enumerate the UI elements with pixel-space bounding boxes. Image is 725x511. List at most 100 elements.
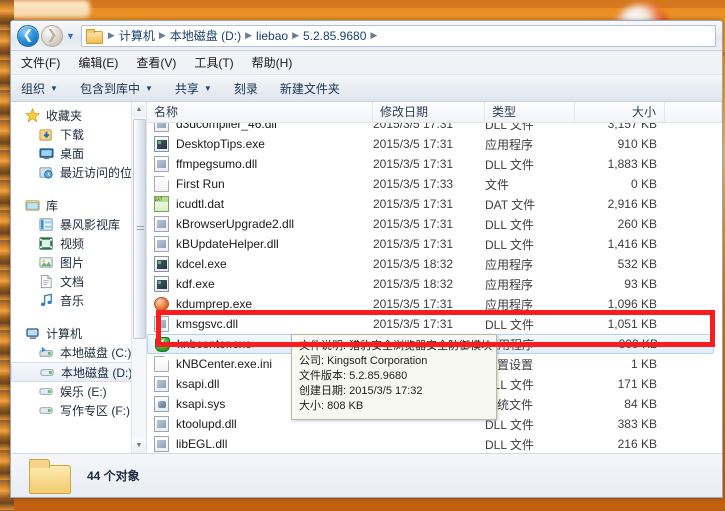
menu-file[interactable]: 文件(F) — [21, 54, 60, 71]
status-bar: 44 个对象 — [11, 453, 722, 497]
chevron-down-icon: ▼ — [204, 84, 212, 93]
file-date-cell: 2015/3/5 17:31 — [373, 137, 485, 151]
navigation-pane: 收藏夹 下载 桌面 最 — [11, 102, 147, 453]
table-row[interactable]: kdumprep.exe 2015/3/5 17:31 应用程序 1,096 K… — [147, 294, 722, 314]
sidebar-item-desktop[interactable]: 桌面 — [11, 144, 146, 163]
breadcrumb-separator: ▶ — [159, 30, 166, 41]
scrollbar-thumb[interactable] — [133, 119, 146, 339]
sidebar-item-drive-d[interactable]: 本地磁盘 (D:) — [11, 362, 142, 382]
scroll-up-button[interactable]: ▲ — [132, 102, 147, 117]
breadcrumb-item-version[interactable]: 5.2.85.9680 — [303, 29, 366, 43]
breadcrumb[interactable]: ▶ 计算机 ▶ 本地磁盘 (D:) ▶ liebao ▶ 5.2.85.9680… — [81, 25, 716, 47]
toolbar-share-label: 共享 — [175, 80, 199, 97]
sidebar-item-baofeng-library[interactable]: 暴风影视库 — [11, 215, 146, 234]
explorer-window: ❮ ❯ ▼ ▶ 计算机 ▶ 本地磁盘 (D:) ▶ liebao ▶ 5.2.8… — [10, 20, 723, 498]
scroll-down-button[interactable]: ▼ — [132, 438, 147, 453]
menu-bar: 文件(F) 编辑(E) 查看(V) 工具(T) 帮助(H) — [11, 51, 722, 75]
toolbar-organize[interactable]: 组织 ▼ — [21, 80, 58, 97]
table-row[interactable]: kmsgsvc.dll 2015/3/5 17:31 DLL 文件 1,051 … — [147, 314, 722, 334]
file-name: icudtl.dat — [176, 197, 224, 211]
sidebar-item-downloads[interactable]: 下载 — [11, 125, 146, 144]
file-name: DesktopTips.exe — [176, 137, 265, 151]
sidebar-item-videos[interactable]: 视频 — [11, 234, 146, 253]
file-name: ffmpegsumo.dll — [176, 157, 257, 171]
exe-file-icon — [154, 136, 169, 152]
tooltip-created: 创建日期: 2015/3/5 17:32 — [299, 384, 489, 399]
breadcrumb-item-drive[interactable]: 本地磁盘 (D:) — [170, 27, 241, 44]
table-row[interactable]: ffmpegsumo.dll 2015/3/5 17:31 DLL 文件 1,8… — [147, 154, 722, 174]
status-object-count: 44 个对象 — [87, 467, 140, 484]
file-type-cell: 配置设置 — [485, 356, 575, 373]
sidebar-item-drive-e[interactable]: 娱乐 (E:) — [11, 382, 146, 401]
menu-view[interactable]: 查看(V) — [136, 54, 176, 71]
file-type-cell: 系统文件 — [485, 396, 575, 413]
address-bar: ❮ ❯ ▼ ▶ 计算机 ▶ 本地磁盘 (D:) ▶ liebao ▶ 5.2.8… — [11, 21, 722, 51]
sidebar-item-drive-f[interactable]: 写作专区 (F:) — [11, 401, 146, 420]
table-row[interactable]: DesktopTips.exe 2015/3/5 17:31 应用程序 910 … — [147, 134, 722, 154]
table-row[interactable]: libEGL.dll DLL 文件 216 KB — [147, 434, 722, 453]
column-header-size[interactable]: 大小 — [575, 102, 665, 123]
scrollbar-grip-icon — [137, 226, 144, 232]
file-type-cell: 应用程序 — [485, 296, 575, 313]
orange-circle-icon — [154, 297, 169, 311]
file-size-cell: 216 KB — [575, 437, 665, 451]
file-name: kBUpdateHelper.dll — [176, 237, 279, 251]
menu-help[interactable]: 帮助(H) — [252, 54, 293, 71]
file-type-cell: 应用程序 — [486, 336, 576, 353]
toolbar-share[interactable]: 共享 ▼ — [175, 80, 212, 97]
sidebar-item-music[interactable]: 音乐 — [11, 291, 146, 310]
file-name: libEGL.dll — [176, 437, 227, 451]
breadcrumb-item-liebao[interactable]: liebao — [256, 29, 288, 43]
file-size-cell: 910 KB — [575, 137, 665, 151]
star-icon — [25, 108, 40, 123]
sidebar-item-pictures[interactable]: 图片 — [11, 253, 146, 272]
navigation-scrollbar[interactable]: ▲ ▼ — [131, 102, 146, 453]
dll-file-icon — [154, 156, 169, 172]
column-header-name[interactable]: 名称 — [147, 102, 373, 123]
toolbar-burn[interactable]: 刻录 — [234, 80, 258, 97]
scrollbar-track[interactable] — [132, 117, 147, 438]
table-row[interactable]: kdcel.exe 2015/3/5 18:32 应用程序 532 KB — [147, 254, 722, 274]
toolbar-new-folder[interactable]: 新建文件夹 — [280, 80, 340, 97]
chevron-down-icon: ▼ — [145, 84, 153, 93]
column-header-row: 名称 修改日期 类型 大小 — [147, 102, 722, 123]
sidebar-item-documents[interactable]: 文档 — [11, 272, 146, 291]
menu-tools[interactable]: 工具(T) — [194, 54, 233, 71]
file-name-cell: kdcel.exe — [147, 256, 373, 272]
file-size-cell: 0 KB — [575, 177, 665, 191]
file-name-cell: kdf.exe — [147, 276, 373, 292]
file-date-cell: 2015/3/5 17:31 — [373, 217, 485, 231]
sidebar-item-libraries[interactable]: 库 — [11, 196, 146, 215]
table-row[interactable]: kdf.exe 2015/3/5 18:32 应用程序 93 KB — [147, 274, 722, 294]
sidebar-item-drive-c[interactable]: 本地磁盘 (C:) — [11, 343, 146, 362]
dll-file-icon — [154, 316, 169, 332]
sidebar-item-favorites[interactable]: 收藏夹 — [11, 106, 146, 125]
table-row[interactable]: kBrowserUpgrade2.dll 2015/3/5 17:31 DLL … — [147, 214, 722, 234]
table-row[interactable]: kBUpdateHelper.dll 2015/3/5 17:31 DLL 文件… — [147, 234, 722, 254]
breadcrumb-item-computer[interactable]: 计算机 — [119, 27, 155, 44]
generic-file-icon — [154, 356, 169, 372]
file-name: ktoolupd.dll — [176, 417, 237, 431]
forward-button[interactable]: ❯ — [41, 25, 63, 47]
history-dropdown-icon[interactable]: ▼ — [66, 31, 75, 41]
column-header-date[interactable]: 修改日期 — [373, 102, 485, 123]
folder-large-icon — [29, 459, 69, 492]
file-type-cell: DLL 文件 — [485, 216, 575, 233]
file-name-cell: libEGL.dll — [147, 436, 373, 452]
table-row[interactable]: First Run 2015/3/5 17:33 文件 0 KB — [147, 174, 722, 194]
table-row[interactable]: icudtl.dat 2015/3/5 17:31 DAT 文件 2,916 K… — [147, 194, 722, 214]
toolbar-include-in-library[interactable]: 包含到库中 ▼ — [80, 80, 153, 97]
sidebar-item-computer[interactable]: 计算机 — [11, 324, 146, 343]
file-size-cell: 93 KB — [575, 277, 665, 291]
breadcrumb-separator: ▶ — [370, 30, 377, 41]
file-type-cell: 应用程序 — [485, 136, 575, 153]
back-button[interactable]: ❮ — [17, 25, 39, 47]
sidebar-label: 娱乐 (E:) — [60, 383, 107, 400]
table-row[interactable]: d3dcompiler_46.dll 2015/3/5 17:31 DLL 文件… — [147, 123, 722, 134]
menu-edit[interactable]: 编辑(E) — [78, 54, 118, 71]
file-name-cell: kBUpdateHelper.dll — [147, 236, 373, 252]
column-header-type[interactable]: 类型 — [485, 102, 575, 123]
chevron-down-icon: ▼ — [50, 84, 58, 93]
sys-file-icon — [154, 396, 169, 412]
sidebar-item-recent-places[interactable]: 最近访问的位置 — [11, 163, 146, 182]
